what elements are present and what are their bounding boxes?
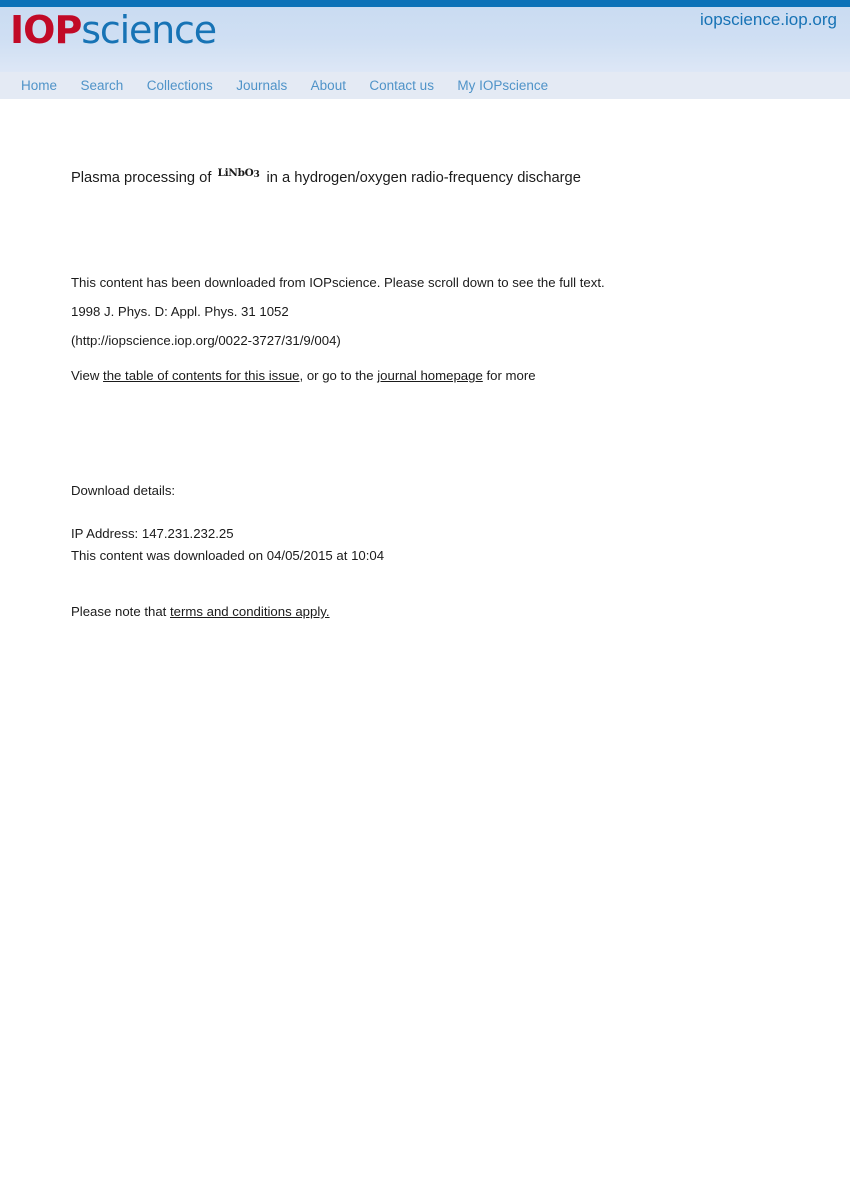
view-contents-line: View the table of contents for this issu… xyxy=(71,367,536,385)
nav-item-about: About xyxy=(306,72,351,99)
article-title: Plasma processing of LiNbO3 in a hydroge… xyxy=(71,163,581,188)
citation-line: 1998 J. Phys. D: Appl. Phys. 31 1052 xyxy=(71,304,289,319)
nav-item-my-iopscience: My IOPscience xyxy=(452,72,553,99)
formula-subscript: 3 xyxy=(253,170,260,180)
nav-item-search: Search xyxy=(75,72,128,99)
terms-notice-line: Please note that terms and conditions ap… xyxy=(71,603,330,621)
logo-iop-text: IOP xyxy=(10,8,82,52)
terms-prefix-text: Please note that xyxy=(71,604,167,619)
chemical-formula-linbo3: LiNbO3 xyxy=(216,167,263,180)
header-top-rule xyxy=(0,0,850,7)
download-date-line: This content was downloaded on 04/05/201… xyxy=(71,548,385,563)
nav-link-about[interactable]: About xyxy=(306,72,351,99)
site-header: IOPscience iopscience.iop.org xyxy=(0,0,850,72)
article-url-line: (http://iopscience.iop.org/0022-3727/31/… xyxy=(71,333,341,348)
view-middle-text: , or go to the xyxy=(299,368,374,383)
nav-link-my-iopscience[interactable]: My IOPscience xyxy=(452,72,553,99)
nav-link-journals[interactable]: Journals xyxy=(231,72,292,99)
nav-item-home: Home xyxy=(16,72,62,99)
journal-homepage-link[interactable]: journal homepage xyxy=(377,368,483,383)
article-title-part-two: in a hydrogen/oxygen radio-frequency dis… xyxy=(266,170,581,186)
article-title-part-one: Plasma processing of xyxy=(71,170,212,186)
nav-item-journals: Journals xyxy=(231,72,292,99)
iopscience-logo[interactable]: IOPscience xyxy=(10,8,217,52)
view-prefix-text: View xyxy=(71,368,100,383)
nav-link-collections[interactable]: Collections xyxy=(142,72,218,99)
view-suffix-text: for more xyxy=(486,368,536,383)
nav-link-search[interactable]: Search xyxy=(75,72,128,99)
nav-link-home[interactable]: Home xyxy=(16,72,62,99)
nav-item-contact-us: Contact us xyxy=(364,72,439,99)
nav-list: Home Search Collections Journals About C… xyxy=(0,72,850,99)
ip-address-line: IP Address: 147.231.232.25 xyxy=(71,526,234,541)
logo-science-text: science xyxy=(81,8,217,52)
nav-item-collections: Collections xyxy=(142,72,218,99)
nav-link-contact-us[interactable]: Contact us xyxy=(364,72,439,99)
downloaded-notice: This content has been downloaded from IO… xyxy=(71,275,605,290)
terms-and-conditions-link[interactable]: terms and conditions apply. xyxy=(170,604,330,619)
download-details-label: Download details: xyxy=(71,483,176,498)
table-of-contents-link[interactable]: the table of contents for this issue xyxy=(103,368,299,383)
formula-element-text: LiNbO xyxy=(217,167,254,179)
site-url-label: iopscience.iop.org xyxy=(699,10,837,29)
main-navigation: Home Search Collections Journals About C… xyxy=(0,72,850,99)
